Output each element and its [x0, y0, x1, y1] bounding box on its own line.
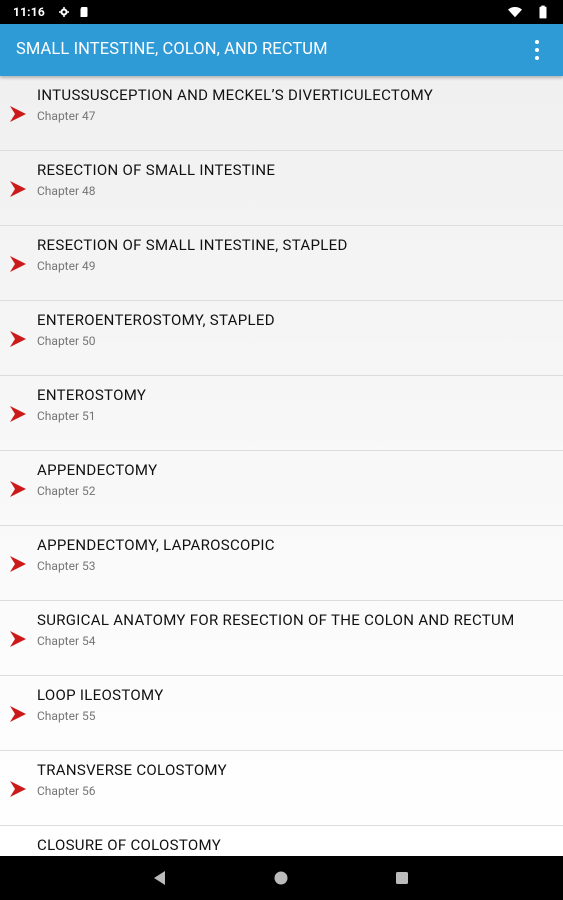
chapter-title: LOOP ILEOSTOMY [37, 686, 164, 704]
chapter-title: SURGICAL ANATOMY FOR RESECTION OF THE CO… [37, 611, 515, 629]
chapter-title: RESECTION OF SMALL INTESTINE [37, 161, 276, 179]
gear-icon [59, 7, 69, 17]
list-item[interactable]: APPENDECTOMY, LAPAROSCOPIC Chapter 53 [0, 526, 563, 601]
status-bar: 11:16 [0, 0, 563, 24]
app-bar: SMALL INTESTINE, COLON, AND RECTUM [0, 24, 563, 76]
status-time: 11:16 [13, 5, 45, 19]
chevron-right-icon [10, 181, 26, 197]
chapter-list: INTUSSUSCEPTION AND MECKEL’S DIVERTICULE… [0, 76, 563, 856]
chapter-number: Chapter 49 [37, 259, 96, 273]
list-item[interactable]: ENTEROSTOMY Chapter 51 [0, 376, 563, 451]
list-item[interactable]: APPENDECTOMY Chapter 52 [0, 451, 563, 526]
list-item[interactable]: INTUSSUSCEPTION AND MECKEL’S DIVERTICULE… [0, 76, 563, 151]
chevron-right-icon [10, 631, 26, 647]
navigation-bar [0, 856, 563, 900]
chevron-right-icon [10, 481, 26, 497]
chapter-number: Chapter 52 [37, 484, 96, 498]
chapter-title: CLOSURE OF COLOSTOMY [37, 836, 222, 854]
chapter-number: Chapter 50 [37, 334, 96, 348]
list-item[interactable]: ENTEROENTEROSTOMY, STAPLED Chapter 50 [0, 301, 563, 376]
list-item[interactable]: SURGICAL ANATOMY FOR RESECTION OF THE CO… [0, 601, 563, 676]
chapter-number: Chapter 54 [37, 634, 96, 648]
chapter-title: APPENDECTOMY [37, 461, 158, 479]
chapter-number: Chapter 48 [37, 184, 96, 198]
home-icon[interactable] [273, 870, 289, 886]
back-icon[interactable] [152, 870, 168, 886]
wifi-icon [508, 7, 522, 18]
chapter-title: ENTEROENTEROSTOMY, STAPLED [37, 311, 275, 329]
chapter-title: RESECTION OF SMALL INTESTINE, STAPLED [37, 236, 348, 254]
more-vertical-icon[interactable] [533, 38, 541, 62]
chapter-title: ENTEROSTOMY [37, 386, 147, 404]
list-item[interactable]: LOOP ILEOSTOMY Chapter 55 [0, 676, 563, 751]
chapter-number: Chapter 53 [37, 559, 96, 573]
chapter-number: Chapter 51 [37, 409, 96, 423]
list-item[interactable]: RESECTION OF SMALL INTESTINE, STAPLED Ch… [0, 226, 563, 301]
chevron-right-icon [10, 781, 26, 797]
chevron-right-icon [10, 106, 26, 122]
battery-icon [539, 5, 547, 19]
chapter-title: INTUSSUSCEPTION AND MECKEL’S DIVERTICULE… [37, 86, 434, 104]
sd-card-icon [80, 7, 88, 17]
chevron-right-icon [10, 706, 26, 722]
chevron-right-icon [10, 331, 26, 347]
chapter-number: Chapter 56 [37, 784, 96, 798]
list-item[interactable]: RESECTION OF SMALL INTESTINE Chapter 48 [0, 151, 563, 226]
chapter-number: Chapter 55 [37, 709, 96, 723]
chapter-title: APPENDECTOMY, LAPAROSCOPIC [37, 536, 275, 554]
chevron-right-icon [10, 406, 26, 422]
recents-icon[interactable] [394, 870, 410, 886]
chapter-title: TRANSVERSE COLOSTOMY [37, 761, 227, 779]
page-title: SMALL INTESTINE, COLON, AND RECTUM [16, 40, 328, 59]
chevron-right-icon [10, 256, 26, 272]
chevron-right-icon [10, 556, 26, 572]
chapter-number: Chapter 47 [37, 109, 96, 123]
list-item[interactable]: TRANSVERSE COLOSTOMY Chapter 56 [0, 751, 563, 826]
list-item[interactable]: CLOSURE OF COLOSTOMY [0, 826, 563, 856]
